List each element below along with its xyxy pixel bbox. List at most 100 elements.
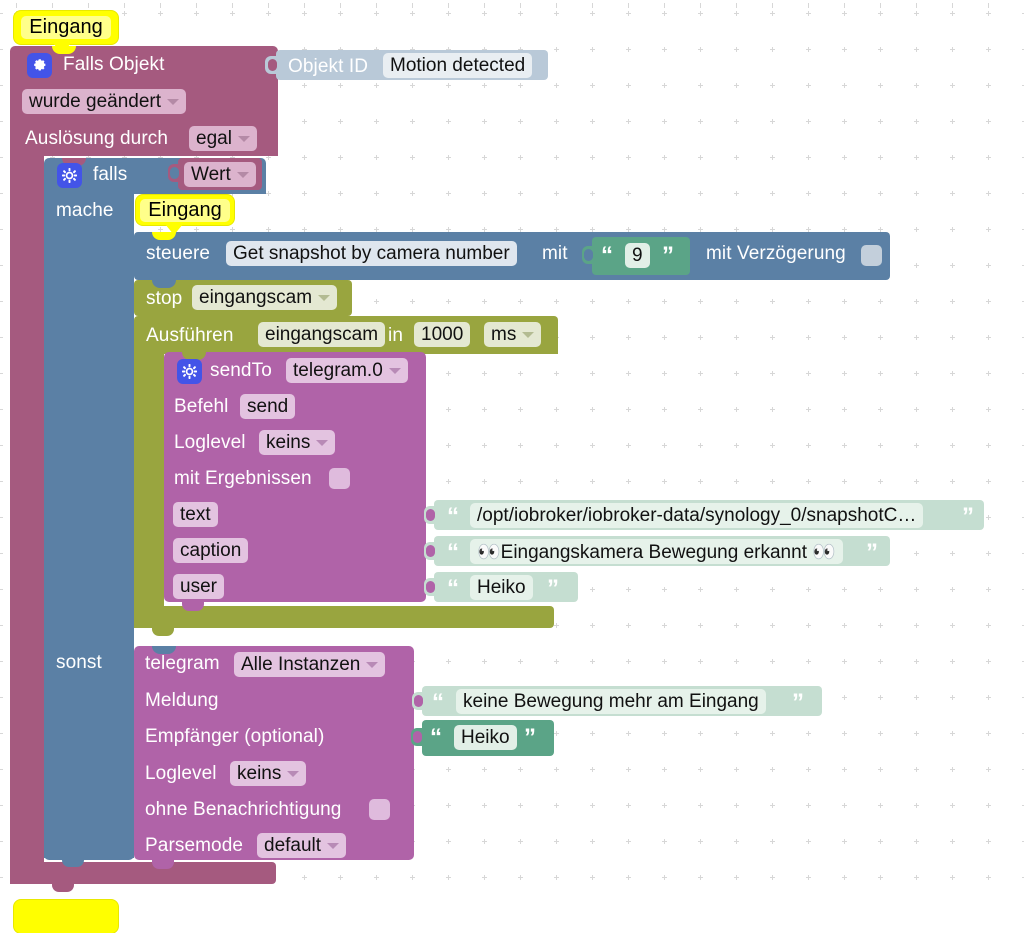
telegram-title-label: telegram [145,653,220,674]
timeout-unit-text: ms [491,323,517,345]
timeout-label: Ausführen [146,325,234,346]
stop-timer-text: eingangscam [199,286,313,308]
open-quote-icon: “ [447,539,459,566]
control-delay-checkbox[interactable] [861,245,882,266]
timeout-block-spine [134,350,164,606]
chevron-down-icon [287,770,300,777]
sendto-arg-caption-value-text: 👀Eingangskamera Bewegung erkannt 👀 [477,541,836,563]
telegram-recipient-value-text: Heiko [461,726,510,748]
telegram-message-value[interactable]: keine Bewegung mehr am Eingang [456,689,766,714]
telegram-message-value-text: keine Bewegung mehr am Eingang [463,690,759,712]
object-id-value-text: Motion detected [390,54,526,76]
timeout-footer-notch [152,627,174,636]
telegram-silent-label: ohne Benachrichtigung [145,799,342,820]
timeout-duration-field[interactable]: 1000 [414,322,471,347]
telegram-recipient-value[interactable]: Heiko [454,725,517,750]
sendto-results-checkbox[interactable] [329,468,350,489]
trigger-condition-dropdown[interactable]: wurde geändert [22,89,187,114]
sendto-loglevel-text: keins [266,431,311,453]
chevron-down-icon [167,98,180,105]
telegram-block[interactable] [134,646,414,860]
telegram-loglevel-dropdown[interactable]: keins [230,761,307,786]
close-quote-icon: ” [662,242,674,269]
sendto-arg-text-label: text [173,502,218,527]
trigger-title: Falls Objekt [63,54,165,75]
if-else-label: sonst [56,652,102,673]
chevron-down-icon [522,331,535,338]
if-block-bottom-notch [62,858,84,867]
timeout-duration-text: 1000 [421,323,464,345]
sendto-loglevel-dropdown[interactable]: keins [259,430,336,455]
control-delay-label: mit Verzögerung [706,243,846,264]
sendto-arg-caption-plug-cut [426,545,435,557]
gear-icon[interactable] [27,53,52,78]
telegram-instance-dropdown[interactable]: Alle Instanzen [234,652,386,677]
timeout-in-label: in [388,325,403,346]
trigger-block-footer [10,862,276,884]
if-block-spine [44,190,134,858]
trigger-block-spine [10,150,44,872]
chevron-down-icon [316,439,329,446]
telegram-recipient-label: Empfänger (optional) [145,726,325,747]
telegram-loglevel-text: keins [237,762,282,784]
comment-label-bottom-partial[interactable] [14,900,118,933]
sendto-bottom-notch [182,602,204,611]
telegram-parsemode-dropdown[interactable]: default [257,833,347,858]
close-quote-icon: ” [524,724,536,751]
sendto-arg-user-value-text: Heiko [477,576,526,598]
trigger-by-label: Auslösung durch [25,128,169,149]
sendto-arg-user-label-text: user [180,575,217,597]
close-quote-icon: ” [866,539,878,566]
close-quote-icon: ” [792,689,804,716]
sendto-arg-caption-value[interactable]: 👀Eingangskamera Bewegung erkannt 👀 [470,539,843,564]
comment-label-do[interactable]: Eingang [136,195,234,225]
open-quote-icon: “ [447,503,459,530]
open-quote-icon: “ [447,575,459,602]
sendto-instance-dropdown[interactable]: telegram.0 [286,358,408,383]
if-label: falls [93,164,128,185]
comment-label-top-text: Eingang [21,16,111,39]
gear-icon[interactable] [57,163,82,188]
telegram-recipient-plug-cut [413,731,422,743]
sendto-arg-text-plug-cut [426,509,435,521]
sendto-arg-user-value[interactable]: Heiko [470,575,533,600]
timeout-timer-field[interactable]: eingangscam [258,322,386,347]
control-value-field[interactable]: 9 [625,243,650,268]
open-quote-icon: “ [430,724,442,751]
control-target[interactable]: Get snapshot by camera number [226,241,517,266]
gear-icon[interactable] [177,359,202,384]
sendto-arg-user-plug-cut [426,581,435,593]
sendto-arg-caption-label-text: caption [180,539,242,561]
comment-label-do-text: Eingang [140,198,230,222]
if-condition-plug-cut [170,167,179,179]
chevron-down-icon [388,367,401,374]
close-quote-icon: ” [962,503,974,530]
if-block-bottom [44,838,134,860]
telegram-instance-text: Alle Instanzen [241,653,361,675]
sendto-arg-user-label: user [173,574,224,599]
stop-timer-dropdown[interactable]: eingangscam [192,285,338,310]
open-quote-icon: “ [432,689,444,716]
sendto-arg-text-label-text: text [180,503,211,525]
sendto-arg-text-value-text: /opt/iobroker/iobroker-data/synology_0/s… [477,504,917,526]
stop-label: stop [146,288,183,309]
timeout-unit-dropdown[interactable]: ms [484,322,542,347]
control-with-label: mit [542,243,568,264]
chevron-down-icon [327,842,340,849]
sendto-loglevel-label: Loglevel [174,432,246,453]
object-id-value[interactable]: Motion detected [383,53,533,78]
telegram-message-label: Meldung [145,690,219,711]
trigger-by-dropdown[interactable]: egal [189,126,257,151]
if-condition-text: Wert [191,163,231,185]
trigger-by-text: egal [196,127,232,149]
telegram-silent-checkbox[interactable] [369,799,390,820]
comment-label-top[interactable]: Eingang [14,11,118,44]
sendto-command-field[interactable]: send [240,394,296,419]
control-value-text: 9 [632,244,643,266]
timeout-timer-text: eingangscam [265,323,379,345]
if-condition-dropdown[interactable]: Wert [184,162,256,187]
blockly-workspace[interactable]: Falls Objekt Objekt ID Motion detected w… [0,0,1024,933]
sendto-arg-text-value[interactable]: /opt/iobroker/iobroker-data/synology_0/s… [470,503,924,528]
trigger-condition-text: wurde geändert [29,90,162,112]
close-quote-icon: ” [547,575,559,602]
